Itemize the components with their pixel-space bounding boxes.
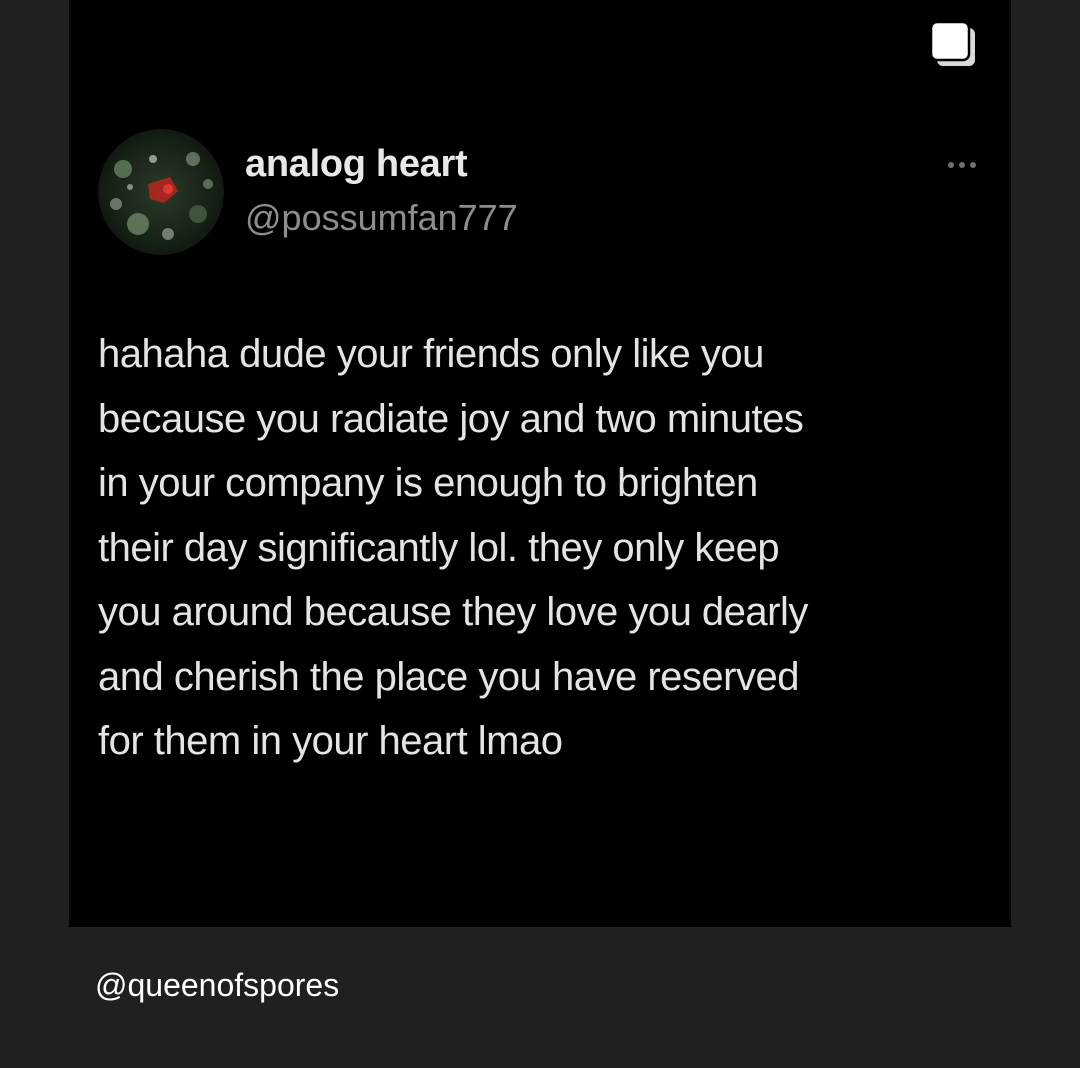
display-name[interactable]: analog heart [245, 143, 468, 186]
credit-handle[interactable]: @queenofspores [95, 967, 339, 1004]
more-options-icon[interactable] [945, 158, 979, 172]
multiple-images-icon[interactable] [929, 20, 977, 68]
tweet-screenshot-card[interactable]: analog heart @possumfan777 hahaha dude y… [69, 0, 1011, 927]
avatar-image [98, 129, 224, 255]
user-handle[interactable]: @possumfan777 [245, 197, 518, 239]
instagram-post-frame: analog heart @possumfan777 hahaha dude y… [0, 0, 1080, 1068]
tweet-text: hahaha dude your friends only like you b… [98, 332, 808, 763]
avatar[interactable] [98, 129, 224, 255]
